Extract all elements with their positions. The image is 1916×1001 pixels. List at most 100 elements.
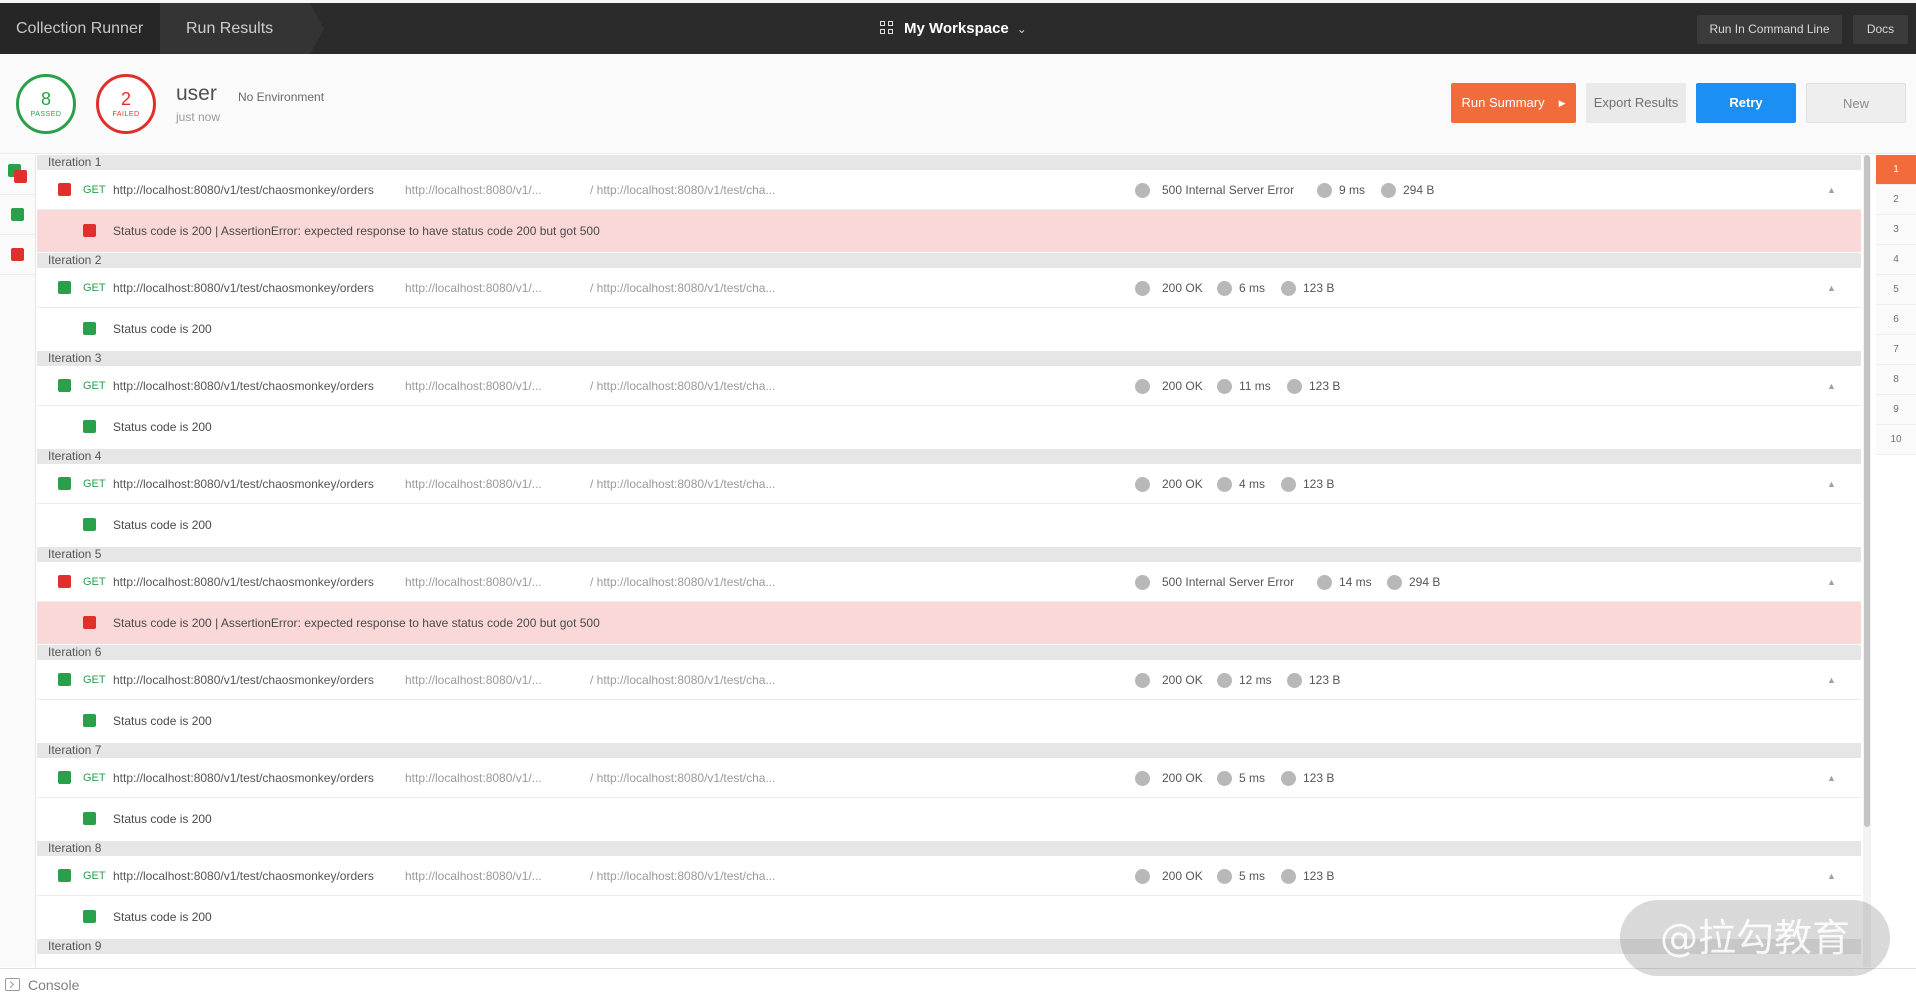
run-summary-button[interactable]: Run Summary ▶ (1451, 83, 1576, 123)
test-result-row: Status code is 200 (37, 700, 1861, 742)
test-result-text: Status code is 200 (113, 518, 212, 532)
response-size: 123 B (1303, 281, 1335, 295)
request-status-icon (58, 477, 71, 490)
request-method: GET (83, 772, 106, 784)
test-status-icon (83, 224, 96, 237)
response-time: 5 ms (1239, 771, 1266, 785)
response-time: 6 ms (1239, 281, 1266, 295)
breadcrumb-run-results[interactable]: Run Results (160, 3, 310, 54)
test-status-icon (83, 714, 96, 727)
size-dot-icon (1281, 477, 1296, 492)
request-url: http://localhost:8080/v1/test/chaosmonke… (113, 379, 374, 393)
request-row[interactable]: GET http://localhost:8080/v1/test/chaosmo… (37, 758, 1861, 798)
passed-square-icon (11, 208, 24, 221)
export-results-button[interactable]: Export Results (1586, 83, 1686, 123)
breadcrumb-separator (310, 3, 324, 54)
test-status-icon (83, 910, 96, 923)
response-code: 500 Internal Server Error (1162, 575, 1295, 589)
response-size: 123 B (1309, 379, 1341, 393)
request-row[interactable]: GET http://localhost:8080/v1/test/chaosmo… (37, 856, 1861, 896)
results-scrollbar[interactable] (1863, 155, 1871, 967)
breadcrumb-collection-runner[interactable]: Collection Runner (0, 3, 160, 54)
filter-failed-button[interactable] (0, 235, 35, 275)
iteration-index-item[interactable]: 8 (1876, 365, 1916, 395)
request-row[interactable]: GET http://localhost:8080/v1/test/chaosmo… (37, 268, 1861, 308)
request-status-icon (58, 869, 71, 882)
request-url: http://localhost:8080/v1/test/chaosmonke… (113, 183, 374, 197)
collapse-caret-icon[interactable]: ▲ (1827, 660, 1836, 700)
iteration-block: Iteration 8 GET http://localhost:8080/v1/t… (37, 841, 1861, 939)
iteration-header: Iteration 5 (37, 547, 1861, 562)
workspace-label: My Workspace (904, 20, 1009, 37)
iteration-index-item[interactable]: 6 (1876, 305, 1916, 335)
test-status-icon (83, 518, 96, 531)
test-result-row: Status code is 200 | AssertionError: exp… (37, 602, 1861, 644)
request-method: GET (83, 282, 106, 294)
request-url-short: http://localhost:8080/v1/... (405, 477, 542, 491)
request-url: http://localhost:8080/v1/test/chaosmonke… (113, 869, 374, 883)
status-dot-icon (1135, 183, 1150, 198)
iteration-block: Iteration 7 GET http://localhost:8080/v1/t… (37, 743, 1861, 841)
retry-button[interactable]: Retry (1696, 83, 1796, 123)
iteration-index-item[interactable]: 3 (1876, 215, 1916, 245)
iteration-header: Iteration 2 (37, 253, 1861, 268)
iteration-index-item[interactable]: 9 (1876, 395, 1916, 425)
response-size: 123 B (1303, 477, 1335, 491)
collapse-caret-icon[interactable]: ▲ (1827, 268, 1836, 308)
request-row[interactable]: GET http://localhost:8080/v1/test/chaosmo… (37, 562, 1861, 602)
time-dot-icon (1217, 673, 1232, 688)
test-status-icon (83, 322, 96, 335)
console-bar: Console (0, 968, 1916, 1000)
workspace-selector[interactable]: My Workspace ⌄ (880, 3, 1027, 54)
iteration-index-item[interactable]: 4 (1876, 245, 1916, 275)
filter-all-button[interactable] (0, 155, 35, 195)
collapse-caret-icon[interactable]: ▲ (1827, 464, 1836, 504)
request-url-path: / http://localhost:8080/v1/test/cha... (590, 575, 776, 589)
filter-passed-button[interactable] (0, 195, 35, 235)
test-result-row: Status code is 200 (37, 406, 1861, 448)
response-code: 200 OK (1162, 281, 1203, 295)
run-in-command-line-button[interactable]: Run In Command Line (1697, 15, 1842, 44)
collapse-caret-icon[interactable]: ▲ (1827, 758, 1836, 798)
request-url-path: / http://localhost:8080/v1/test/cha... (590, 869, 776, 883)
collapse-caret-icon[interactable]: ▲ (1827, 170, 1836, 210)
status-dot-icon (1135, 477, 1150, 492)
docs-button[interactable]: Docs (1853, 15, 1908, 44)
collapse-caret-icon[interactable]: ▲ (1827, 562, 1836, 602)
iteration-block: Iteration 6 GET http://localhost:8080/v1/t… (37, 645, 1861, 743)
iteration-header: Iteration 4 (37, 449, 1861, 464)
size-dot-icon (1281, 281, 1296, 296)
size-dot-icon (1281, 771, 1296, 786)
iteration-index-item[interactable]: 5 (1876, 275, 1916, 305)
iteration-index-item[interactable]: 10 (1876, 425, 1916, 455)
time-dot-icon (1217, 281, 1232, 296)
test-result-text: Status code is 200 | AssertionError: exp… (113, 616, 600, 630)
status-dot-icon (1135, 575, 1150, 590)
iteration-index-item[interactable]: 2 (1876, 185, 1916, 215)
request-row[interactable]: GET http://localhost:8080/v1/test/chaosmo… (37, 366, 1861, 406)
size-dot-icon (1287, 673, 1302, 688)
iteration-block: Iteration 9 (37, 939, 1861, 967)
request-url-short: http://localhost:8080/v1/... (405, 575, 542, 589)
status-dot-icon (1135, 673, 1150, 688)
status-dot-icon (1135, 379, 1150, 394)
test-status-icon (83, 812, 96, 825)
scrollbar-thumb[interactable] (1864, 155, 1870, 827)
test-result-text: Status code is 200 (113, 420, 212, 434)
request-row[interactable]: GET http://localhost:8080/v1/test/chaosmo… (37, 464, 1861, 504)
console-toggle[interactable]: Console (28, 969, 79, 1001)
chevron-down-icon: ⌄ (1016, 22, 1027, 36)
request-row[interactable]: GET http://localhost:8080/v1/test/chaosmo… (37, 170, 1861, 210)
new-button[interactable]: New (1806, 83, 1906, 123)
collapse-caret-icon[interactable]: ▲ (1827, 366, 1836, 406)
collapse-caret-icon[interactable]: ▲ (1827, 856, 1836, 896)
run-summary-header: 8 PASSED 2 FAILED user just now No Envir… (0, 54, 1916, 154)
request-row[interactable]: GET http://localhost:8080/v1/test/chaosmo… (37, 660, 1861, 700)
iteration-index-item[interactable]: 1 (1876, 155, 1916, 185)
request-url-path: / http://localhost:8080/v1/test/cha... (590, 183, 776, 197)
size-dot-icon (1287, 379, 1302, 394)
iteration-index-item[interactable]: 7 (1876, 335, 1916, 365)
iteration-block: Iteration 4 GET http://localhost:8080/v1/t… (37, 449, 1861, 547)
test-result-text: Status code is 200 (113, 322, 212, 336)
test-status-icon (83, 616, 96, 629)
